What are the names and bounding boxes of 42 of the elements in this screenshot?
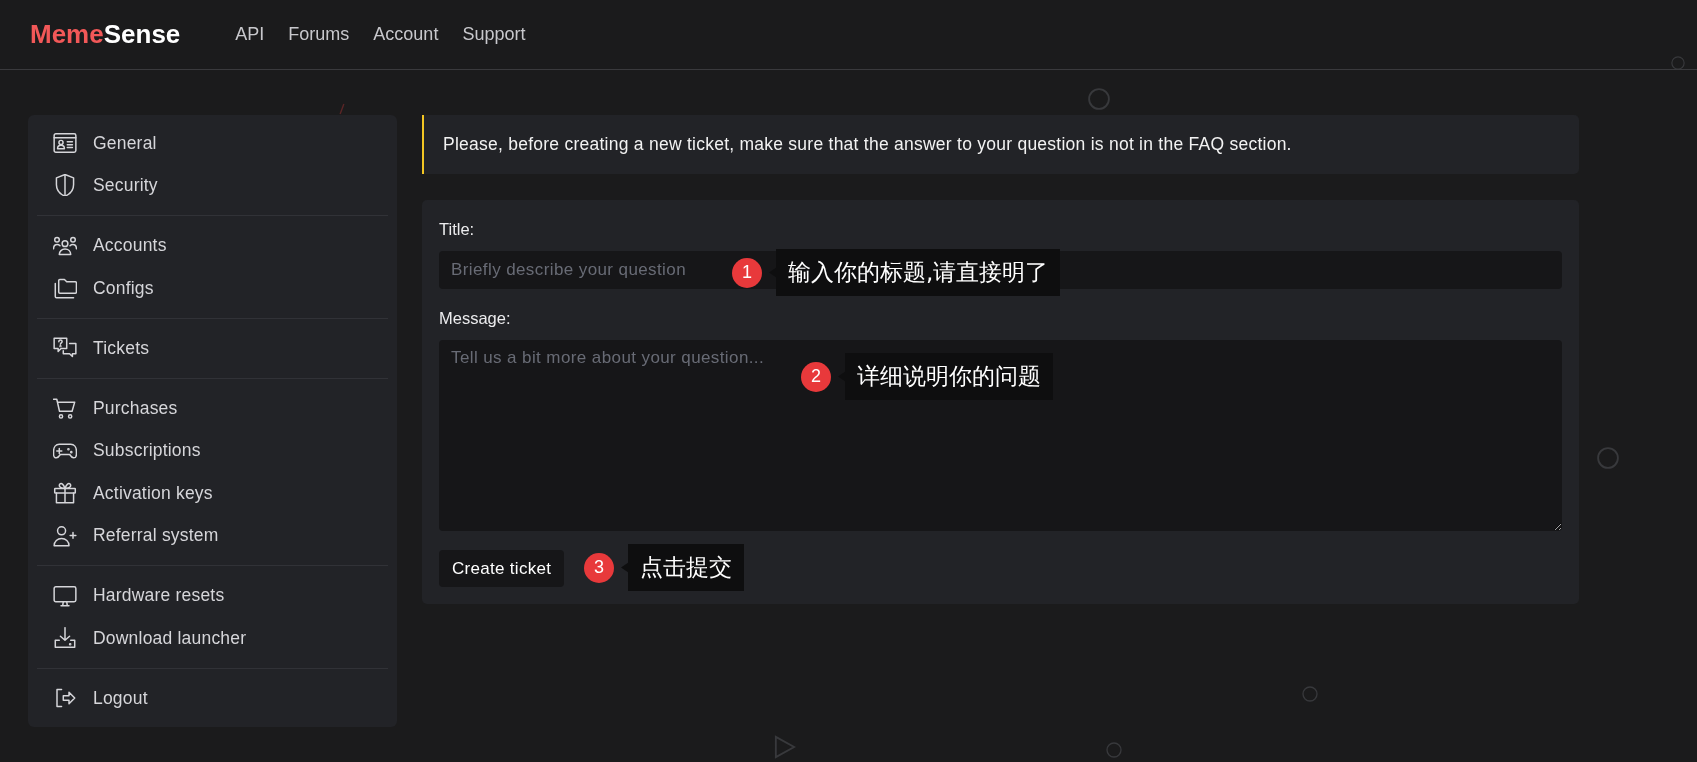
sidebar-item[interactable]: Referral system: [28, 514, 397, 557]
annotation-tooltip: 详细说明你的问题: [838, 353, 1053, 400]
sidebar-item[interactable]: General: [28, 122, 397, 165]
person-plus-icon: [53, 524, 77, 547]
sidebar-item[interactable]: Download launcher: [28, 616, 397, 660]
question-chat-icon: [53, 337, 77, 360]
ring-icon: [1088, 88, 1110, 110]
gift-icon: [53, 482, 77, 505]
sidebar-item[interactable]: Hardware resets: [28, 574, 397, 617]
sidebar-item[interactable]: Tickets: [28, 327, 397, 370]
sidebar-item[interactable]: Accounts: [28, 224, 397, 267]
id-card-icon: [53, 132, 77, 155]
nav-link[interactable]: API: [235, 24, 265, 45]
download-icon: [53, 627, 77, 650]
shield-icon: [53, 174, 77, 197]
sidebar-item[interactable]: Purchases: [28, 387, 397, 430]
cart-icon: [53, 397, 77, 420]
triangle-icon: [774, 734, 796, 760]
create-ticket-button[interactable]: Create ticket: [439, 550, 565, 587]
step-number-tooltip: 3: [584, 552, 614, 583]
sidebar-item[interactable]: Activation keys: [28, 472, 397, 515]
sidebar-item[interactable]: Subscriptions: [28, 429, 397, 473]
annotation-tooltip: 点击提交: [621, 544, 744, 591]
field-label: Message:: [439, 308, 511, 329]
sidebar-item[interactable]: Configs: [28, 266, 397, 310]
ring-icon: [1302, 686, 1318, 702]
monitor-icon: [53, 584, 77, 607]
slash-icon: [339, 103, 345, 115]
nav-link[interactable]: Forums: [288, 24, 350, 45]
sidebar-item[interactable]: Security: [28, 164, 397, 207]
annotation-tooltip: 输入你的标题,请直接明了: [769, 249, 1061, 296]
logout-icon: [53, 687, 77, 710]
sidebar-item[interactable]: Logout: [28, 677, 397, 720]
notice-banner: Please, before creating a new ticket, make sure that the answer to your question is not in the FAQ section.: [422, 115, 1579, 174]
field-label: Title:: [439, 219, 475, 240]
people-icon: [53, 234, 77, 257]
ring-icon: [1597, 447, 1619, 469]
nav-link[interactable]: Account: [373, 24, 439, 45]
ring-icon: [1106, 742, 1122, 758]
folders-icon: [53, 277, 77, 300]
nav-link[interactable]: Support: [462, 24, 526, 45]
brand-logo[interactable]: MemeSense: [30, 19, 181, 50]
